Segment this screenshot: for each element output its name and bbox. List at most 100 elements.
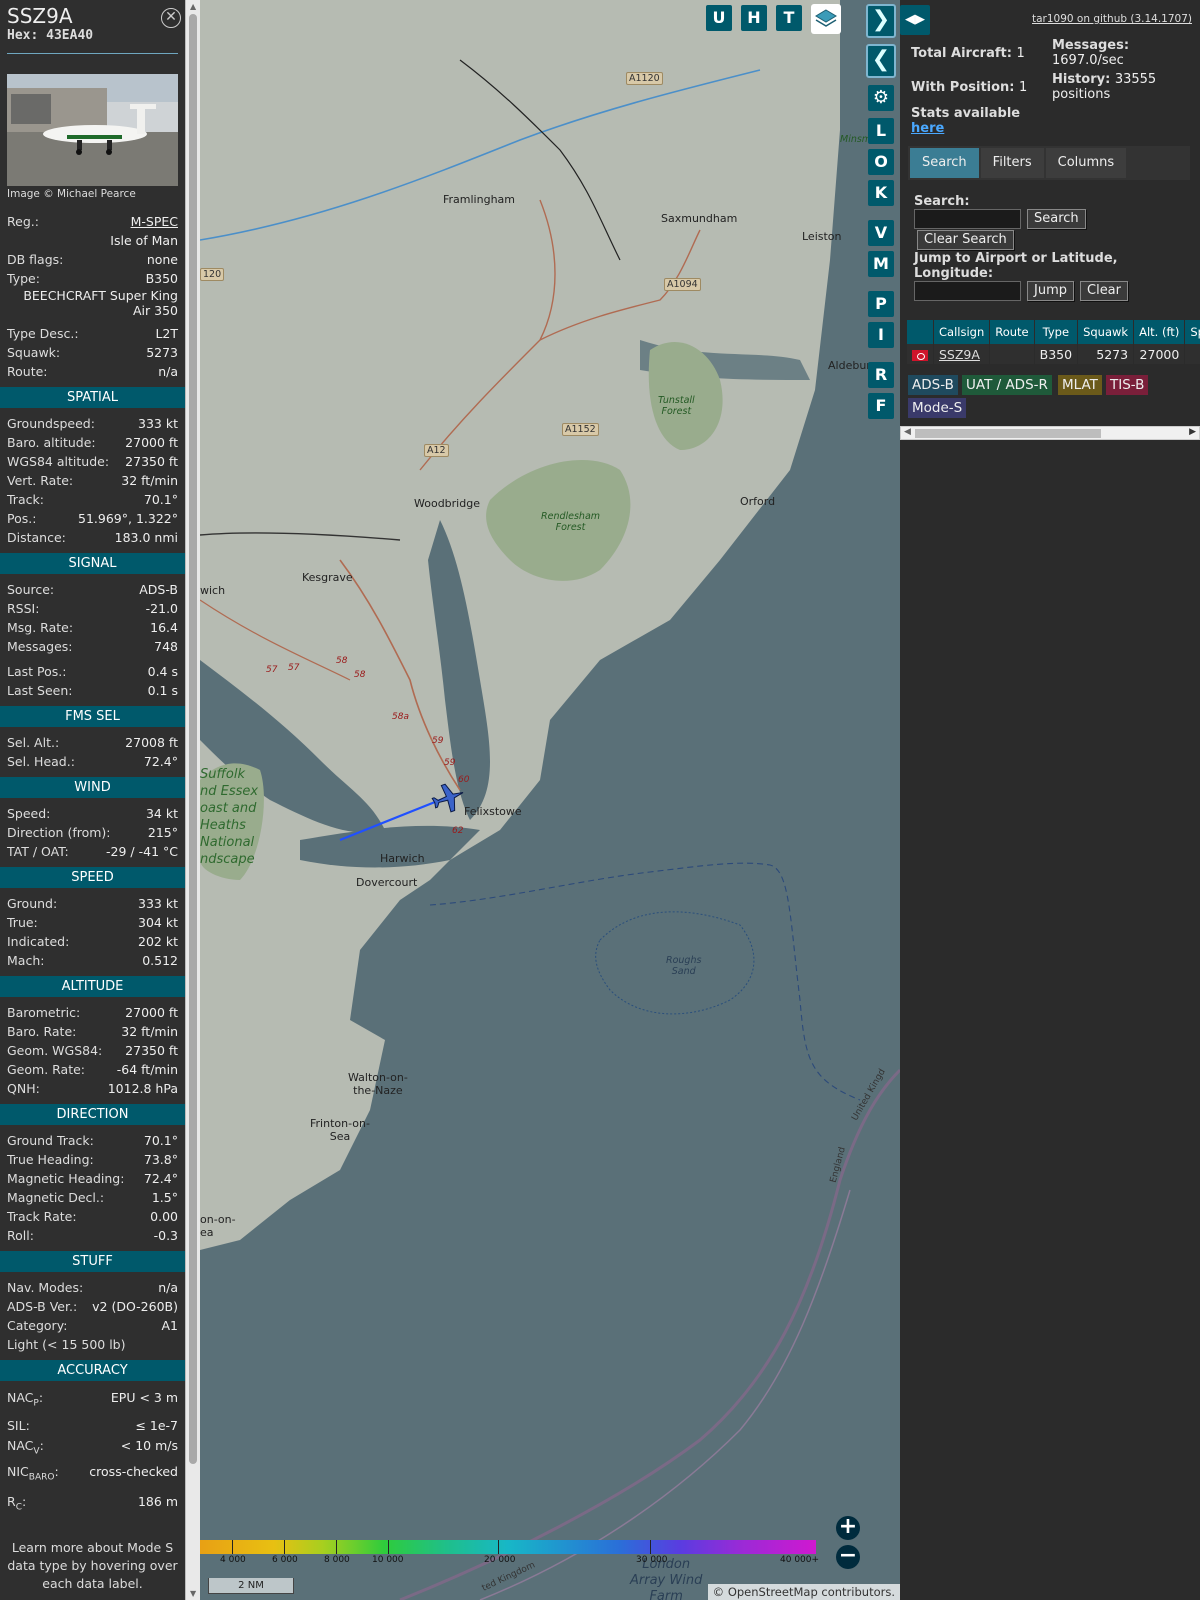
zoom-in-button[interactable]: +	[836, 1516, 860, 1540]
detail-value: 183.0 nmi	[114, 530, 178, 545]
table-horizontal-scrollbar[interactable]: ◀ ▶	[900, 426, 1200, 440]
source-tisb-badge[interactable]: TIS-B	[1106, 375, 1149, 395]
toggle-r-button[interactable]: R	[868, 362, 894, 388]
callsign-link[interactable]: SSZ9A	[939, 347, 980, 362]
squawk-row: Squawk: 5273	[0, 343, 185, 362]
detail-row: RSSI: -21.0	[0, 599, 185, 618]
search-input[interactable]	[914, 209, 1021, 229]
place-aonb: Suffolk nd Essex oast and Heaths Nationa…	[200, 767, 259, 867]
typedesc-row: Type Desc.: L2T	[0, 324, 185, 343]
route-value: n/a	[158, 364, 178, 379]
squawk-value: 5273	[146, 345, 178, 360]
callsign-cell[interactable]: SSZ9A	[933, 344, 991, 364]
toggle-p-button[interactable]: P	[868, 291, 894, 317]
detail-row: Geom. WGS84: 27350 ft	[0, 1041, 185, 1060]
sidebar-scrollbar[interactable]: ▲ ▼	[185, 0, 200, 1600]
reg-link[interactable]: M-SPEC	[131, 212, 178, 231]
toggle-v-button[interactable]: V	[868, 220, 894, 246]
wind-list: Speed: 34 kt Direction (from): 215° TAT / OA…	[0, 804, 185, 861]
place-harwich: Harwich	[380, 852, 425, 865]
aircraft-photo[interactable]	[7, 74, 178, 186]
toggle-t-button[interactable]: T	[776, 5, 802, 31]
detail-value: 32 ft/min	[121, 473, 178, 488]
detail-row: Track Rate: 0.00	[0, 1207, 185, 1226]
detail-row: Baro. altitude: 27000 ft	[0, 433, 185, 452]
legend-tick	[284, 1540, 285, 1554]
detail-label: RSSI:	[7, 601, 40, 616]
detail-value: 0.4 s	[147, 664, 178, 679]
detail-row: Vert. Rate: 32 ft/min	[0, 471, 185, 490]
detail-row: Groundspeed: 333 kt	[0, 414, 185, 433]
photo-credit: Image © Michael Pearce	[7, 188, 136, 200]
place-rendlesham-forest: Rendlesham Forest	[541, 511, 601, 533]
detail-label: Indicated:	[7, 934, 70, 949]
source-modes-badge[interactable]: Mode-S	[908, 398, 967, 418]
close-icon[interactable]: ✕	[161, 8, 181, 28]
map-view[interactable]: Framlingham Saxmundham Leiston Aldebur M…	[200, 0, 900, 1600]
detail-value: 51.969°, 1.322°	[78, 511, 178, 526]
detail-label: Magnetic Heading:	[7, 1171, 125, 1186]
scroll-right-icon[interactable]: ▶	[1189, 427, 1196, 437]
toggle-h-button[interactable]: H	[741, 5, 767, 31]
legend-label: 6 000	[272, 1555, 298, 1565]
source-uat-badge[interactable]: UAT / ADS-R	[962, 375, 1052, 395]
col-flag[interactable]	[907, 320, 934, 344]
sidebar-scroll-thumb[interactable]	[189, 14, 197, 1464]
github-link[interactable]: tar1090 on github (3.14.1707)	[1032, 13, 1192, 25]
toggle-sidebar-button[interactable]: ◀▶	[900, 5, 930, 35]
hex-label: Hex:	[7, 28, 39, 43]
toggle-f-button[interactable]: F	[868, 393, 894, 419]
jump-button[interactable]: Jump	[1027, 281, 1074, 301]
col-callsign[interactable]: Callsign	[933, 320, 991, 344]
table-row[interactable]: SSZ9A B350 5273 27000	[907, 344, 1200, 364]
col-speed[interactable]: Spd.	[1184, 320, 1200, 344]
source-mlat-badge[interactable]: MLAT	[1058, 375, 1102, 395]
jump-input[interactable]	[914, 281, 1021, 301]
scroll-left-icon[interactable]: ◀	[904, 427, 911, 437]
type-full-2: Air 350	[133, 303, 178, 318]
route-row: Route: n/a	[0, 362, 185, 381]
table-scroll-thumb[interactable]	[915, 429, 1101, 438]
stats-link[interactable]: here	[911, 121, 944, 136]
place-dovercourt: Dovercourt	[356, 876, 418, 889]
col-squawk[interactable]: Squawk	[1077, 320, 1135, 344]
detail-row: Pos.: 51.969°, 1.322°	[0, 509, 185, 528]
detail-value: n/a	[158, 1280, 178, 1295]
toggle-u-button[interactable]: U	[706, 5, 732, 31]
expand-right-button[interactable]: ❯	[866, 4, 896, 38]
zoom-out-button[interactable]: −	[836, 1545, 860, 1569]
toggle-o-button[interactable]: O	[868, 149, 894, 175]
col-route[interactable]: Route	[989, 320, 1035, 344]
place-woodbridge: Woodbridge	[414, 497, 480, 510]
nicbaro-row: NICBARO: cross-checked	[0, 1460, 185, 1490]
detail-row: WGS84 altitude: 27350 ft	[0, 452, 185, 471]
toggle-i-button[interactable]: I	[868, 322, 894, 348]
scroll-up-icon[interactable]: ▲	[190, 2, 196, 11]
source-adsb-badge[interactable]: ADS-B	[908, 375, 958, 395]
detail-row: Ground Track: 70.1°	[0, 1131, 185, 1150]
chevron-left-icon: ❮	[871, 47, 891, 72]
detail-row: QNH: 1012.8 hPa	[0, 1079, 185, 1098]
tab-search[interactable]: Search	[910, 148, 979, 178]
clear-button[interactable]: Clear	[1080, 281, 1128, 301]
layers-button[interactable]	[811, 4, 841, 34]
search-button[interactable]: Search	[1027, 209, 1086, 229]
scroll-down-icon[interactable]: ▼	[190, 1589, 196, 1598]
tab-filters[interactable]: Filters	[980, 148, 1044, 178]
detail-label: Track Rate:	[7, 1209, 77, 1224]
toggle-l-button[interactable]: L	[868, 118, 894, 144]
toggle-m-button[interactable]: M	[868, 251, 894, 277]
osm-link[interactable]: OpenStreetMap	[728, 1585, 818, 1599]
place-tunstall-forest: Tunstall Forest	[658, 395, 695, 417]
detail-label: True Heading:	[7, 1152, 94, 1167]
tab-columns[interactable]: Columns	[1045, 148, 1127, 178]
sil-row: SIL: ≤ 1e-7	[0, 1415, 185, 1437]
detail-label: Track:	[7, 492, 44, 507]
col-altitude[interactable]: Alt. (ft)	[1133, 320, 1186, 344]
col-type[interactable]: Type	[1034, 320, 1079, 344]
settings-button[interactable]: ⚙	[868, 85, 894, 111]
collapse-left-button[interactable]: ❮	[866, 44, 896, 78]
toggle-k-button[interactable]: K	[868, 180, 894, 206]
clear-search-button[interactable]: Clear Search	[917, 230, 1014, 250]
place-kesgrave: Kesgrave	[302, 571, 353, 584]
